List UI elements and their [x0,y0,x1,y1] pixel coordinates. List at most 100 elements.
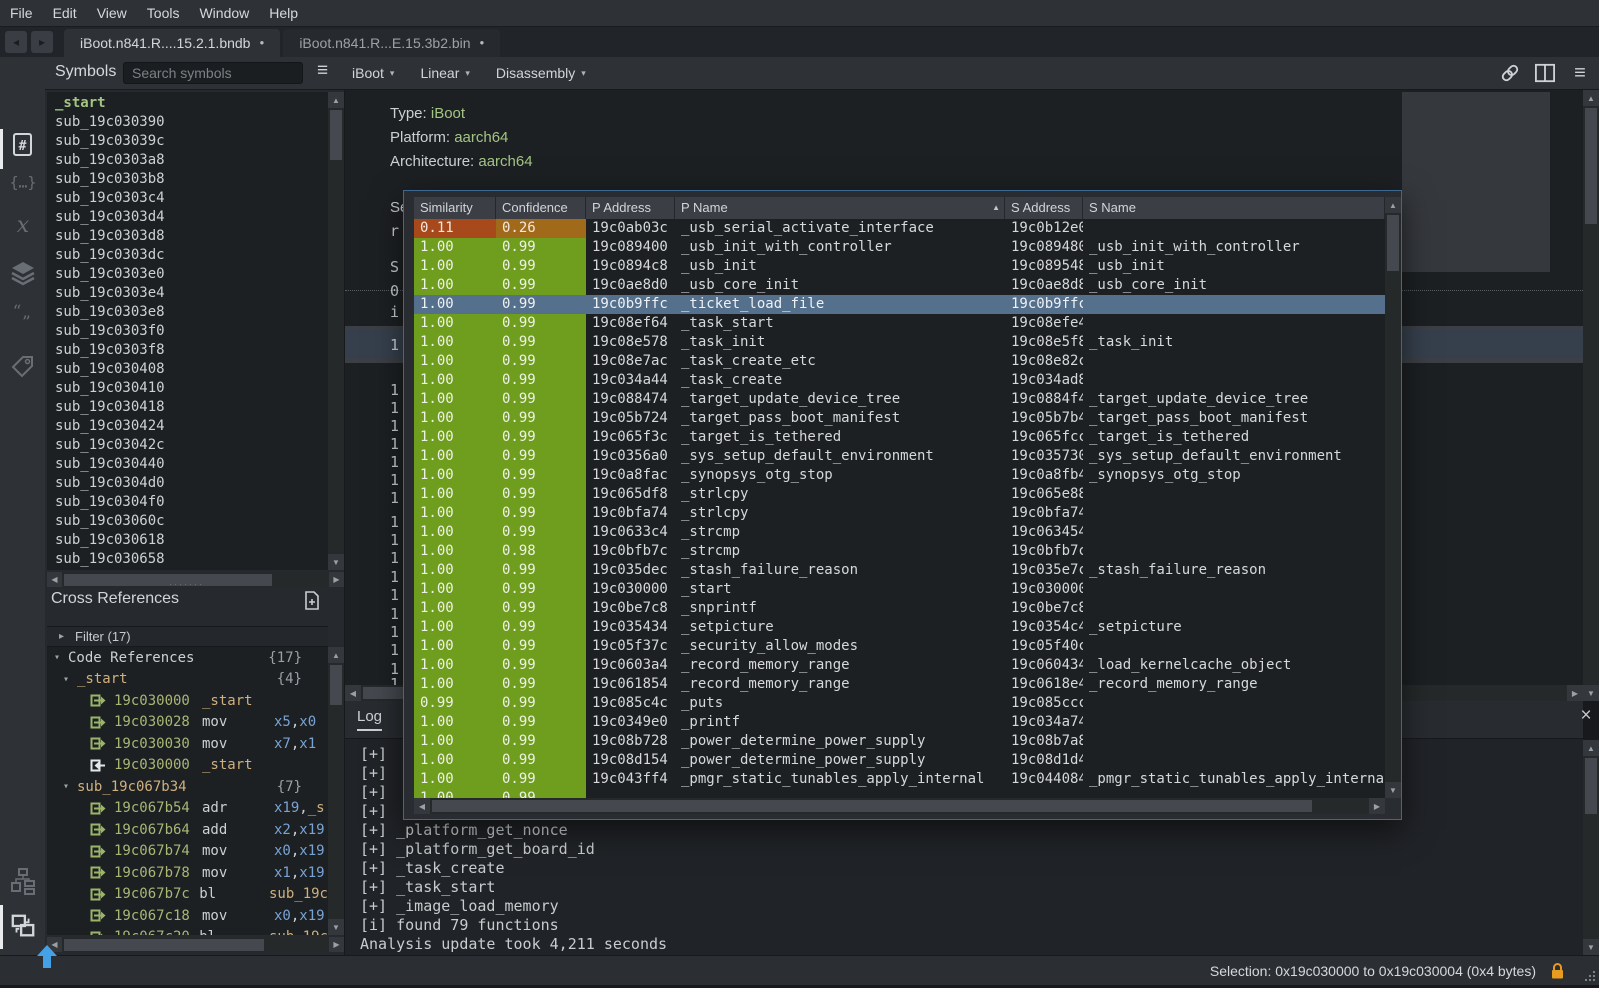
xref-row[interactable]: 19c030030movx7, x1 [47,733,328,755]
symbol-item[interactable]: sub_19c0303e0 [55,265,328,284]
symbol-item[interactable]: sub_19c030424 [55,417,328,436]
column-header-p_address[interactable]: P Address [586,197,675,219]
scroll-down-icon[interactable]: ▼ [1583,685,1599,701]
symbol-item[interactable]: sub_19c03042c [55,436,328,455]
menu-tools[interactable]: Tools [137,0,190,26]
match-row[interactable]: 1.000.9919c089400_usb_init_with_controll… [414,238,1385,257]
sync-link-icon[interactable] [1499,62,1521,84]
symbol-item[interactable]: sub_19c030390 [55,113,328,132]
main-vertical-scrollbar[interactable]: ▲ [1583,90,1599,685]
symbol-item[interactable]: sub_19c03039c [55,132,328,151]
expander-icon[interactable]: ▾ [63,781,69,792]
symbol-item[interactable]: sub_19c030658 [55,550,328,569]
variables-panel-icon[interactable]: x [10,212,36,238]
hamburger-icon[interactable]: ≡ [317,60,328,82]
window-layout-icon[interactable] [10,913,36,939]
match-row[interactable]: 1.000.9919c0ae8d0_usb_core_init19c0ae8d8… [414,276,1385,295]
scroll-right-icon[interactable]: ▶ [1567,685,1583,701]
scroll-up-icon[interactable]: ▲ [328,647,344,663]
match-row[interactable]: 1.000.99 [414,789,1385,798]
column-header-s_name[interactable]: S Name [1083,197,1385,219]
dropdown-iboot[interactable]: iBoot▾ [352,65,394,81]
resize-grip[interactable] [1583,969,1597,983]
dropdown-linear[interactable]: Linear▾ [420,65,469,81]
navigate-up-icon[interactable] [36,944,58,970]
match-row[interactable]: 1.000.9919c0633c4_strcmp19c063454 [414,523,1385,542]
scroll-up-icon[interactable]: ▲ [328,92,344,108]
match-table[interactable]: 0.110.2619c0ab03c_usb_serial_activate_in… [414,219,1385,798]
xref-row[interactable]: 19c030028movx5, x0 [47,712,328,734]
match-row[interactable]: 1.000.9919c0356a0_sys_setup_default_envi… [414,447,1385,466]
symbol-item[interactable]: sub_19c030408 [55,360,328,379]
xrefs-horizontal-scrollbar[interactable]: ◀ ▶ [47,937,344,952]
match-row[interactable]: 1.000.9919c0603a4_record_memory_range19c… [414,656,1385,675]
match-row[interactable]: 1.000.9919c0894c8_usb_init19c089548_usb_… [414,257,1385,276]
dialog-vertical-scrollbar[interactable]: ▲ ▼ [1385,197,1401,798]
function-match-dialog[interactable]: SimilarityConfidenceP AddressP Name▲S Ad… [403,190,1402,820]
match-row[interactable]: 1.000.9919c035434_setpicture19c0354c4_se… [414,618,1385,637]
symbol-item[interactable]: _start [55,94,328,113]
symbol-item[interactable]: sub_19c030410 [55,379,328,398]
strings-panel-icon[interactable]: “” [10,305,36,331]
scroll-up-icon[interactable]: ▲ [1385,197,1401,213]
match-row[interactable]: 1.000.9919c0bfa74_strlcpy19c0bfa74 [414,504,1385,523]
match-row[interactable]: 1.000.9919c0349e0_printf19c034a74 [414,713,1385,732]
xref-row[interactable]: 19c067b64addx2, x19 [47,819,328,841]
symbol-item[interactable]: sub_19c0303c4 [55,189,328,208]
column-header-p_name[interactable]: P Name▲ [675,197,1005,219]
symbol-item[interactable]: sub_19c0303dc [55,246,328,265]
xref-row[interactable]: 19c067b74movx0, x19 [47,841,328,863]
column-header-confidence[interactable]: Confidence [496,197,586,219]
xref-row[interactable]: 19c067b54adrx19, _s [47,798,328,820]
match-row[interactable]: 1.000.9919c08e578_task_init19c08e5f8_tas… [414,333,1385,352]
symbols-list[interactable]: _startsub_19c030390sub_19c03039c sub_19c0… [47,92,328,570]
lock-icon[interactable] [1550,962,1565,980]
stack-panel-icon[interactable] [10,260,36,286]
scroll-down-icon[interactable]: ▼ [328,554,344,570]
xref-row[interactable]: 19c067c18movx0, x19 [47,905,328,927]
match-row[interactable]: 1.000.9919c08e7ac_task_create_etc19c08e8… [414,352,1385,371]
dropdown-disassembly[interactable]: Disassembly▾ [496,65,586,81]
scroll-thumb[interactable] [330,110,342,160]
symbol-item[interactable]: sub_19c030418 [55,398,328,417]
match-row[interactable]: 1.000.9919c0a8fac_synopsys_otg_stop19c0a… [414,466,1385,485]
symbol-item[interactable]: sub_19c030440 [55,455,328,474]
split-view-icon[interactable] [1534,62,1556,84]
scroll-left-icon[interactable]: ◀ [345,685,361,701]
symbol-item[interactable]: sub_19c0303d8 [55,227,328,246]
match-row[interactable]: 1.000.9919c061854_record_memory_range19c… [414,675,1385,694]
mini-graph-icon[interactable] [10,869,36,895]
menu-edit[interactable]: Edit [43,0,87,26]
symbol-item[interactable]: sub_19c0303b8 [55,170,328,189]
match-row[interactable]: 1.000.9919c065df8_strlcpy19c065e88 [414,485,1385,504]
xrefs-vertical-scrollbar[interactable]: ▲ ▼ [328,647,344,935]
match-row[interactable]: 1.000.9919c0be7c8_snprintf19c0be7c8 [414,599,1385,618]
close-icon[interactable]: × [1576,706,1596,726]
xref-row[interactable]: 19c067b7cblsub_19c [47,884,328,906]
match-row[interactable]: 1.000.9919c035dec_stash_failure_reason19… [414,561,1385,580]
dialog-horizontal-scrollbar[interactable]: ◀ ▶ [414,798,1385,814]
xref-row[interactable]: 19c067c20blsub_19c [47,927,328,936]
symbol-item[interactable]: sub_19c0303f0 [55,322,328,341]
new-xref-window-icon[interactable] [304,591,322,611]
column-header-similarity[interactable]: Similarity [414,197,496,219]
scroll-right-icon[interactable]: ▶ [329,572,344,587]
tags-panel-icon[interactable] [10,353,36,379]
match-row[interactable]: 1.000.9919c065f3c_target_is_tethered19c0… [414,428,1385,447]
match-row[interactable]: 1.000.9919c05f37c_security_allow_modes19… [414,637,1385,656]
match-row[interactable]: 1.000.9919c05b724_target_pass_boot_manif… [414,409,1385,428]
scroll-thumb[interactable] [1585,758,1597,814]
panel-splitter[interactable]: ······· [45,579,328,589]
scroll-thumb[interactable] [64,939,264,951]
symbol-item[interactable]: sub_19c0304f0 [55,493,328,512]
scroll-up-icon[interactable]: ▲ [1583,740,1599,756]
scroll-down-icon[interactable]: ▼ [1385,782,1401,798]
match-row[interactable]: 1.000.9919c043ff4_pmgr_static_tunables_a… [414,770,1385,789]
log-vertical-scrollbar[interactable]: ▲ ▼ [1583,740,1599,955]
column-header-s_address[interactable]: S Address [1005,197,1083,219]
menu-help[interactable]: Help [259,0,308,26]
view-menu-icon[interactable]: ≡ [1569,62,1591,84]
xref-group-row[interactable]: ▾_start{4} [47,669,328,691]
symbol-item[interactable]: sub_19c0303e8 [55,303,328,322]
expander-icon[interactable]: ▾ [54,652,60,663]
